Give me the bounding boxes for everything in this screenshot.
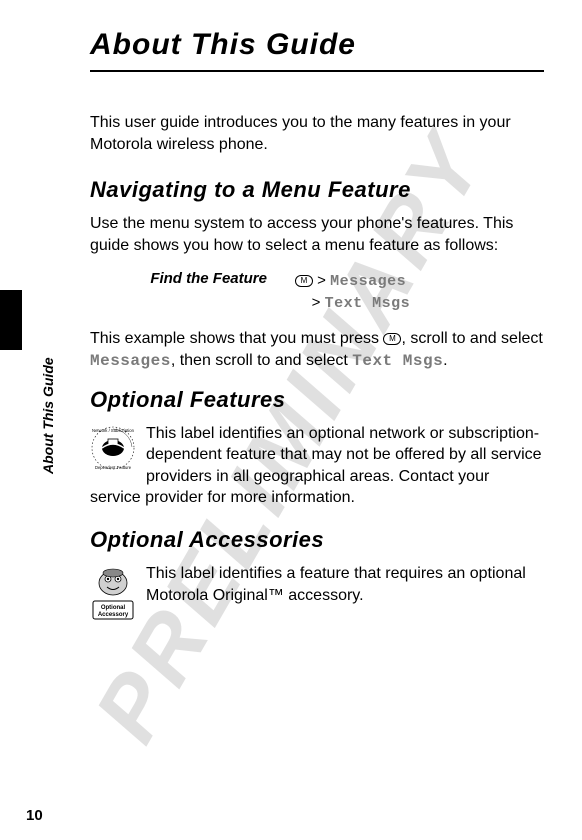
optional-accessories-block: Optional Accessory This label identifies… — [90, 563, 544, 623]
svg-text:Dependent Feature: Dependent Feature — [95, 465, 132, 470]
intro-paragraph: This user guide introduces you to the ma… — [90, 112, 544, 155]
nav2-c: , then scroll to and select — [171, 352, 352, 369]
optional-features-block: Network / Subscription Dependent Feature… — [90, 423, 544, 509]
nav2-a: This example shows that you must press — [90, 330, 383, 347]
find-feature-label: Find the Feature — [90, 270, 295, 314]
heading-optional-accessories: Optional Accessories — [90, 527, 544, 553]
heading-navigating: Navigating to a Menu Feature — [90, 177, 544, 203]
optional-features-body: This label identifies an optional networ… — [90, 423, 544, 509]
svg-text:Network / Subscription: Network / Subscription — [92, 428, 135, 433]
heading-optional-features: Optional Features — [90, 387, 544, 413]
page-title: About This Guide — [90, 28, 544, 72]
page-content: About This Guide This user guide introdu… — [0, 0, 582, 661]
gt-1: > — [317, 272, 326, 289]
gt-2: > — [312, 294, 321, 311]
navigating-body-2: This example shows that you must press M… — [90, 328, 544, 372]
nav2-b: , scroll to and select — [401, 330, 542, 347]
menu-text-msgs: Text Msgs — [325, 295, 411, 312]
optional-accessory-icon: Optional Accessory — [90, 565, 136, 621]
optional-accessories-body: This label identifies a feature that req… — [90, 563, 544, 606]
find-feature-value: M > Messages > Text Msgs — [295, 270, 544, 314]
find-feature-row: Find the Feature M > Messages > Text Msg… — [90, 270, 544, 314]
accessory-label-bottom: Accessory — [98, 612, 129, 618]
menu-key-icon: M — [295, 275, 313, 287]
network-subscription-icon: Network / Subscription Dependent Feature — [90, 425, 136, 471]
accessory-label-top: Optional — [101, 605, 126, 611]
nav2-d: . — [443, 352, 447, 369]
menu-textmsgs-inline: Text Msgs — [352, 352, 443, 370]
menu-messages: Messages — [330, 273, 406, 290]
menu-messages-inline: Messages — [90, 352, 171, 370]
navigating-body-1: Use the menu system to access your phone… — [90, 213, 544, 256]
menu-key-icon-inline: M — [383, 333, 401, 345]
page-number: 10 — [26, 807, 43, 824]
